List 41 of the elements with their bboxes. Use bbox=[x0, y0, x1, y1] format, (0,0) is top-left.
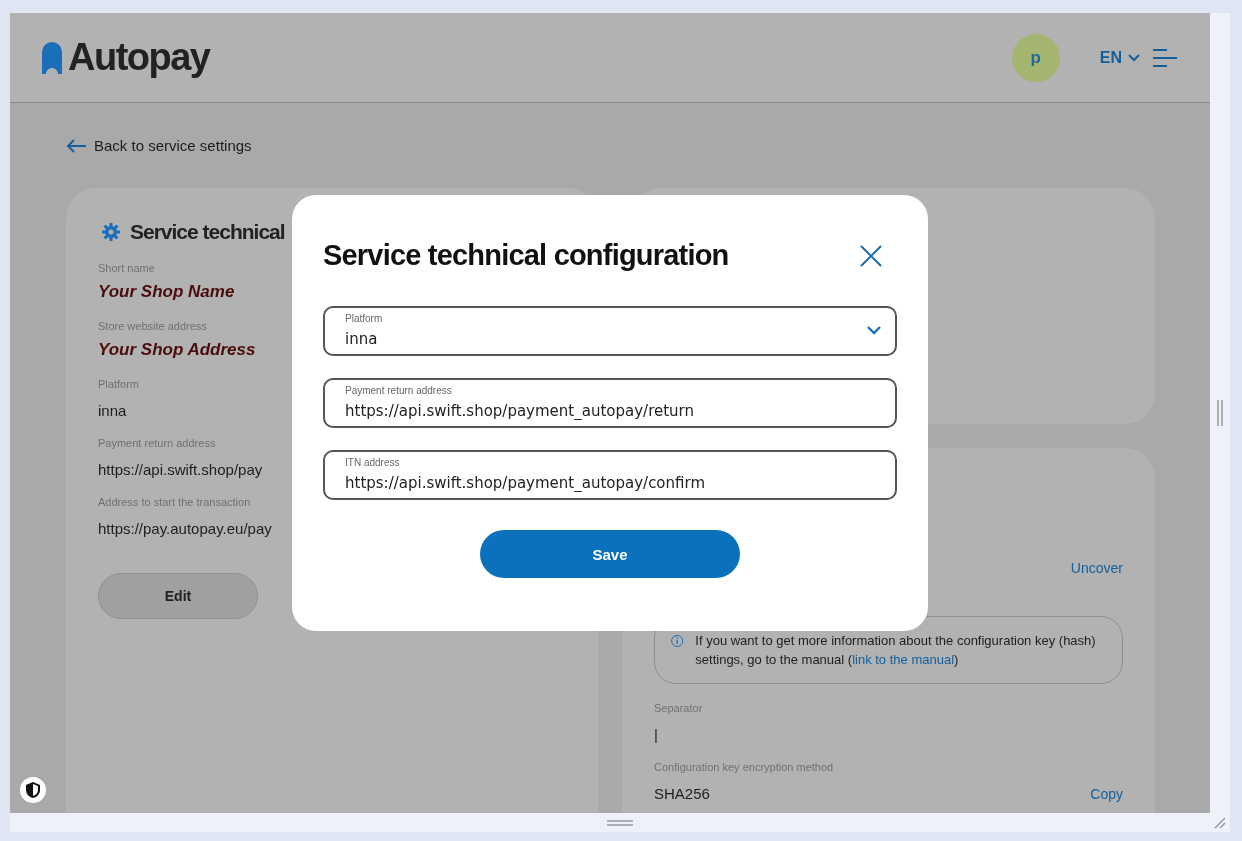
copy-link[interactable]: Copy bbox=[1090, 786, 1123, 802]
resize-handle-icon bbox=[1214, 817, 1226, 829]
field-value: https://api.swift.shop/pay bbox=[98, 461, 263, 478]
field-value: SHA256 bbox=[654, 785, 710, 802]
field-value: Your Shop Address bbox=[98, 340, 256, 360]
uncover-link[interactable]: Uncover bbox=[1070, 560, 1123, 576]
dialog-title: Service technical configuration bbox=[323, 239, 729, 272]
edit-button[interactable]: Edit bbox=[98, 573, 258, 619]
language-selector[interactable]: EN bbox=[1099, 48, 1140, 67]
field-label: Platform bbox=[98, 378, 139, 390]
field-value: https://pay.autopay.eu/pay bbox=[98, 520, 272, 537]
field-label: Configuration key encryption method bbox=[654, 761, 834, 773]
gear-icon bbox=[102, 223, 120, 241]
shield-icon bbox=[25, 781, 41, 799]
field-label: Payment return address bbox=[345, 385, 452, 397]
save-button[interactable]: Save bbox=[480, 530, 740, 578]
field-label: ITN address bbox=[345, 457, 400, 469]
info-text: If you want to get more information about the configuration key (hash) settings, go to the manual (link to the manual) bbox=[695, 632, 1097, 669]
field-label: Payment return address bbox=[98, 437, 216, 449]
manual-link[interactable]: link to the manual bbox=[852, 652, 955, 667]
grip-icon bbox=[607, 819, 633, 826]
field-value: | bbox=[654, 726, 658, 743]
logo-text: Autopay bbox=[68, 36, 210, 79]
logo-icon bbox=[42, 41, 62, 74]
field-value: inna bbox=[98, 402, 127, 419]
field-label: Separator bbox=[654, 702, 703, 714]
grip-icon bbox=[1217, 400, 1223, 426]
arrow-left-icon bbox=[66, 138, 86, 153]
chevron-down-icon bbox=[867, 326, 881, 335]
card-title: Service technical bbox=[130, 220, 285, 244]
field-label: Address to start the transaction bbox=[98, 496, 251, 508]
close-icon bbox=[859, 243, 883, 268]
back-link[interactable]: Back to service settings bbox=[66, 137, 252, 154]
chevron-down-icon bbox=[1128, 53, 1140, 62]
field-label: Platform bbox=[345, 313, 383, 325]
field-label: Store website address bbox=[98, 320, 207, 332]
menu-icon bbox=[1152, 47, 1178, 68]
close-button[interactable] bbox=[859, 243, 883, 268]
field-label: Short name bbox=[98, 262, 155, 274]
avatar[interactable]: p bbox=[1011, 33, 1060, 82]
field-value: Your Shop Name bbox=[98, 282, 235, 302]
